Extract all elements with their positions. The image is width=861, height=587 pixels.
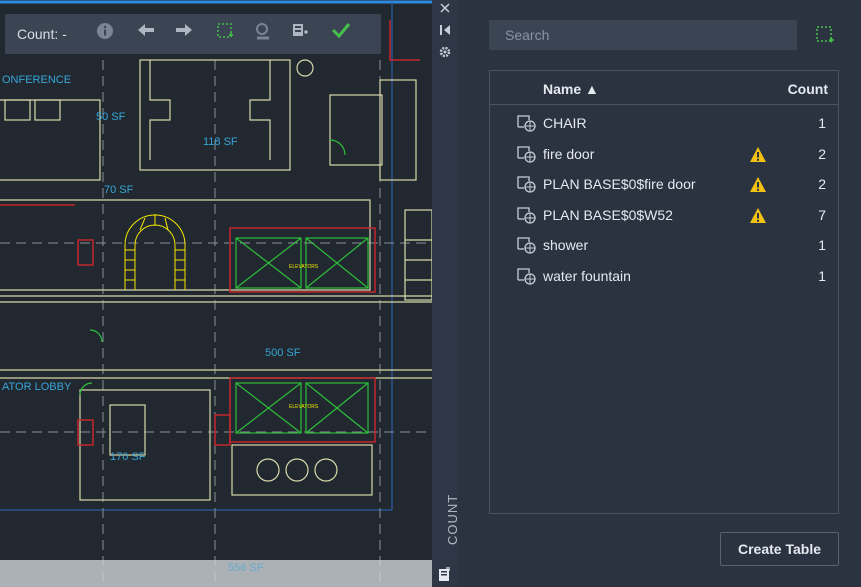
- palette-strip: COUNT: [432, 0, 460, 587]
- block-name: CHAIR: [543, 115, 587, 131]
- find-icon[interactable]: [254, 22, 278, 46]
- elevator-label-1: ELEVATORS: [289, 264, 319, 270]
- close-icon[interactable]: [437, 0, 453, 16]
- block-icon: [517, 114, 537, 137]
- room-label-70sf: 70 SF: [104, 184, 134, 196]
- drawing-canvas[interactable]: ONFERENCE 50 SF 118 SF 70 SF 500 SF ATOR…: [0, 0, 432, 587]
- block-icon: [517, 206, 537, 229]
- block-count: 1: [818, 267, 826, 284]
- block-icon: [517, 145, 537, 168]
- block-count: 2: [818, 176, 826, 192]
- list-item[interactable]: fire door 2: [490, 140, 838, 170]
- select-objects-icon[interactable]: [815, 25, 835, 45]
- room-label-conference: ONFERENCE: [2, 74, 72, 86]
- block-icon: [517, 267, 537, 290]
- list-item[interactable]: CHAIR 1: [490, 109, 838, 139]
- warning-icon[interactable]: [749, 176, 767, 198]
- block-name: PLAN BASE$0$W52: [543, 206, 673, 223]
- list-item[interactable]: PLAN BASE$0$W52 7: [490, 201, 838, 231]
- room-label-elevator-lobby: ATOR LOBBY: [2, 381, 72, 393]
- list-header: Name ▲ Count: [490, 71, 838, 105]
- count-toolbar: Count: -: [5, 14, 381, 54]
- count-palette: Name ▲ Count CHAIR1fire door2PLAN BASE$0…: [458, 0, 861, 587]
- block-icon: [517, 175, 537, 198]
- room-label-118sf: 118 SF: [203, 136, 238, 148]
- warning-icon[interactable]: [749, 146, 767, 168]
- list-item[interactable]: shower 1: [490, 231, 838, 261]
- block-count-list: Name ▲ Count CHAIR 1 fire door 2 PLAN BASE$0…: [489, 70, 839, 514]
- block-count: 1: [818, 237, 826, 253]
- block-count: 1: [818, 115, 826, 131]
- block-name: fire door: [543, 145, 595, 162]
- room-label-556sf: 556 SF: [228, 562, 264, 574]
- block-name: PLAN BASE$0$fire door: [543, 176, 696, 192]
- next-arrow-icon[interactable]: [174, 22, 198, 46]
- name-column-header[interactable]: Name ▲: [543, 81, 599, 97]
- room-label-170sf: 170 SF: [110, 451, 146, 463]
- list-item[interactable]: PLAN BASE$0$fire door 2: [490, 170, 838, 200]
- collapse-icon[interactable]: [437, 22, 453, 38]
- list-item[interactable]: water fountain 1: [490, 262, 838, 292]
- block-count: 2: [818, 145, 826, 162]
- count-table-icon[interactable]: [437, 566, 453, 582]
- room-label-50sf: 50 SF: [96, 111, 126, 123]
- block-icon: [517, 236, 537, 259]
- count-column-header[interactable]: Count: [788, 81, 828, 97]
- floor-plan: [0, 0, 432, 587]
- previous-arrow-icon[interactable]: [136, 22, 160, 46]
- info-icon[interactable]: [96, 22, 120, 46]
- select-object-icon[interactable]: [216, 22, 240, 46]
- elevator-label-2: ELEVATORS: [289, 404, 319, 410]
- insert-field-icon[interactable]: [291, 22, 315, 46]
- settings-icon[interactable]: [437, 44, 453, 60]
- block-name: shower: [543, 237, 589, 253]
- check-icon[interactable]: [331, 22, 355, 46]
- block-name: water fountain: [543, 267, 631, 284]
- count-label: Count: -: [17, 26, 67, 42]
- room-label-500sf: 500 SF: [265, 347, 301, 359]
- create-table-button[interactable]: Create Table: [720, 532, 839, 566]
- block-count: 7: [818, 206, 826, 223]
- warning-icon[interactable]: [749, 207, 767, 229]
- search-input[interactable]: [489, 20, 797, 50]
